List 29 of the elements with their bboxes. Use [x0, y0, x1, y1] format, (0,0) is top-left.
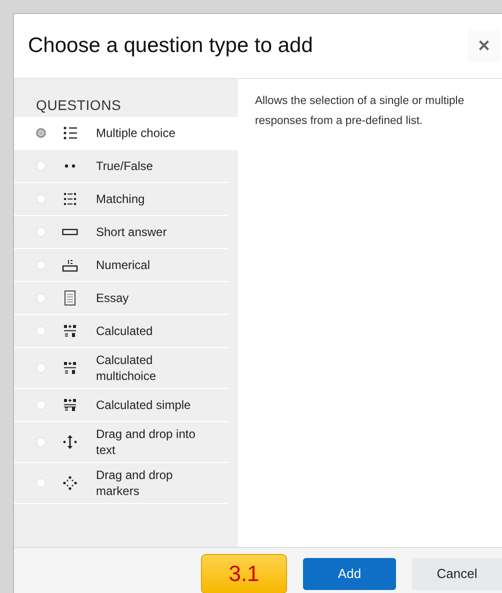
- add-button[interactable]: Add: [303, 558, 396, 590]
- item-label: Numerical: [96, 257, 152, 273]
- item-label: Short answer: [96, 224, 168, 240]
- item-label: Calculated: [96, 323, 154, 339]
- question-type-item[interactable]: Short answer: [14, 216, 228, 249]
- item-label: Drag and drop into text: [96, 426, 196, 458]
- item-label: Essay: [96, 290, 130, 306]
- item-label: Drag and drop markers: [96, 467, 174, 499]
- question-type-item[interactable]: Multiple choice: [14, 117, 238, 150]
- item-label: Calculated multichoice: [96, 352, 158, 384]
- question-type-item[interactable]: Calculated simple: [14, 389, 228, 422]
- question-type-item[interactable]: Drag and drop into text: [14, 422, 228, 463]
- question-type-item[interactable]: Calculated: [14, 315, 228, 348]
- question-type-item[interactable]: True/False: [14, 150, 228, 183]
- question-type-item[interactable]: Drag and drop markers: [14, 463, 228, 504]
- step-badge: 3.1: [201, 554, 287, 593]
- sidebar-heading: QUESTIONS: [35, 96, 122, 115]
- description-text: Allows the selection of a single or multiple responses from a pre-defined list.: [255, 94, 466, 129]
- question-type-item[interactable]: Calculated multichoice: [14, 348, 228, 389]
- cancel-button[interactable]: Cancel: [412, 558, 502, 590]
- item-label: Matching: [96, 191, 146, 207]
- dialog-title: Choose a question type to add: [28, 34, 313, 58]
- item-label: True/False: [96, 158, 154, 174]
- question-type-item[interactable]: Matching: [14, 183, 228, 216]
- close-button[interactable]: ×: [468, 30, 500, 62]
- item-label: Multiple choice: [96, 125, 176, 141]
- item-label: Calculated simple: [96, 397, 192, 413]
- question-type-item[interactable]: Numerical: [14, 249, 228, 282]
- question-type-item[interactable]: Essay: [14, 282, 228, 315]
